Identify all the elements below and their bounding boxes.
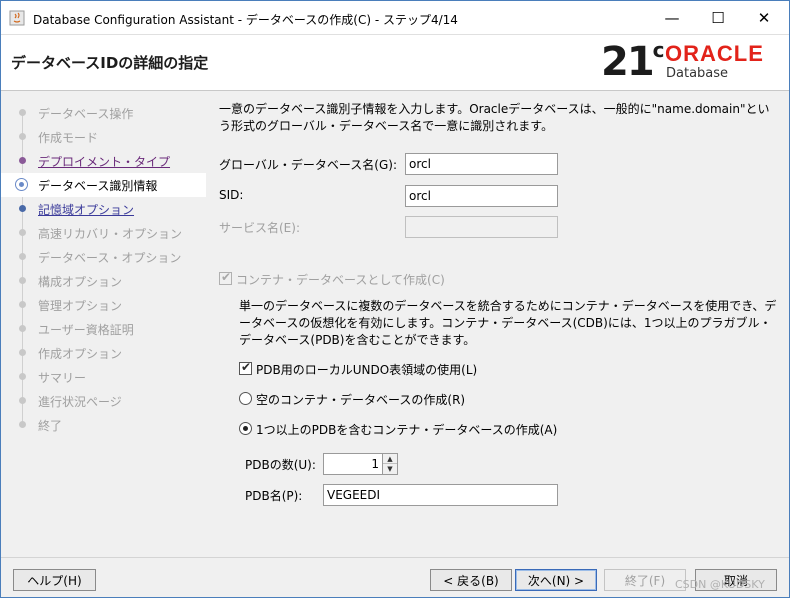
footer-divider bbox=[1, 557, 789, 558]
step-deployment-type[interactable]: デプロイメント・タイプ bbox=[1, 149, 206, 173]
spinner-down-icon[interactable]: ▼ bbox=[383, 464, 397, 474]
minimize-icon: — bbox=[664, 8, 680, 27]
window-title: Database Configuration Assistant - データベー… bbox=[33, 13, 458, 27]
pdb-count-input[interactable]: 1 bbox=[323, 453, 383, 475]
global-db-name-input[interactable]: orcl bbox=[405, 153, 558, 175]
dbca-window: Database Configuration Assistant - データベー… bbox=[0, 0, 790, 598]
step-dot-icon bbox=[19, 397, 26, 404]
check-icon: ✔ bbox=[241, 360, 252, 374]
back-button[interactable]: < 戻る(B) bbox=[430, 569, 512, 591]
check-icon: ✔ bbox=[221, 270, 232, 284]
empty-cdb-radio[interactable] bbox=[239, 392, 252, 405]
title-bar[interactable]: Database Configuration Assistant - データベー… bbox=[1, 1, 789, 34]
container-db-description: 単一のデータベースに複数のデータベースを統合するためにコンテナ・データベースを使… bbox=[239, 299, 777, 347]
step-database-operation: データベース操作 bbox=[1, 101, 206, 125]
next-button[interactable]: 次へ(N) > bbox=[515, 569, 597, 591]
maximize-icon: ☐ bbox=[711, 8, 725, 27]
service-name-label: サービス名(E): bbox=[219, 221, 300, 235]
step-dot-icon bbox=[19, 277, 26, 284]
cdb-with-pdb-radio[interactable] bbox=[239, 422, 252, 435]
step-configuration-options: 構成オプション bbox=[1, 269, 206, 293]
pdb-count-label: PDBの数(U): bbox=[245, 458, 316, 472]
local-undo-label[interactable]: PDB用のローカルUNDO表領域の使用(L) bbox=[256, 361, 477, 378]
step-dot-icon bbox=[19, 373, 26, 380]
step-storage-option[interactable]: 記憶域オプション bbox=[1, 197, 206, 221]
pdb-name-input[interactable]: VEGEEDI bbox=[323, 484, 558, 506]
step-creation-option: 作成オプション bbox=[1, 341, 206, 365]
wizard-header: データベースIDの詳細の指定 21c ORACLE Database bbox=[1, 34, 789, 90]
maximize-button[interactable]: ☐ bbox=[695, 1, 741, 34]
step-management-options: 管理オプション bbox=[1, 293, 206, 317]
container-db-checkbox: ✔ bbox=[219, 270, 232, 285]
pdb-name-label: PDB名(P): bbox=[245, 489, 303, 503]
step-dot-icon bbox=[19, 301, 26, 308]
close-button[interactable]: ✕ bbox=[741, 1, 787, 34]
current-step-icon bbox=[15, 178, 28, 191]
step-finish: 終了 bbox=[1, 413, 206, 437]
step-database-options: データベース・オプション bbox=[1, 245, 206, 269]
step-creation-mode: 作成モード bbox=[1, 125, 206, 149]
watermark-text: CSDN @KUDSKY bbox=[675, 578, 765, 591]
spinner-up-icon[interactable]: ▲ bbox=[383, 454, 397, 464]
step-dot-icon bbox=[19, 253, 26, 260]
local-undo-checkbox[interactable]: ✔ bbox=[239, 360, 252, 375]
step-dot-icon bbox=[19, 325, 26, 332]
service-name-input bbox=[405, 216, 558, 238]
container-db-label: コンテナ・データベースとして作成(C) bbox=[236, 273, 445, 287]
oracle-brand-logo: ORACLE bbox=[665, 41, 764, 66]
step-summary: サマリー bbox=[1, 365, 206, 389]
java-app-icon bbox=[9, 10, 25, 26]
empty-cdb-label[interactable]: 空のコンテナ・データベースの作成(R) bbox=[256, 391, 465, 408]
step-dot-icon bbox=[19, 229, 26, 236]
step-fast-recovery-option: 高速リカバリ・オプション bbox=[1, 221, 206, 245]
step-dot-icon bbox=[19, 109, 26, 116]
sid-input[interactable]: orcl bbox=[405, 185, 558, 207]
close-icon: ✕ bbox=[757, 8, 771, 27]
step-database-identification[interactable]: データベース識別情報 bbox=[1, 173, 206, 197]
header-divider bbox=[1, 90, 789, 91]
intro-text: 一意のデータベース識別子情報を入力します。Oracleデータベースは、一般的に"… bbox=[219, 102, 770, 133]
finish-button: 終了(F) bbox=[604, 569, 686, 591]
pdb-count-spinner[interactable]: ▲ ▼ bbox=[382, 453, 398, 475]
minimize-button[interactable]: — bbox=[649, 1, 695, 34]
step-dot-icon bbox=[19, 133, 26, 140]
step-progress-page: 進行状況ページ bbox=[1, 389, 206, 413]
global-db-name-label: グローバル・データベース名(G): bbox=[219, 158, 397, 172]
step-dot-icon bbox=[19, 421, 26, 428]
page-title: データベースIDの詳細の指定 bbox=[11, 54, 209, 72]
oracle-product-label: Database bbox=[666, 66, 729, 81]
step-dot-icon bbox=[19, 157, 26, 164]
cdb-with-pdb-label[interactable]: 1つ以上のPDBを含むコンテナ・データベースの作成(A) bbox=[256, 421, 557, 438]
oracle-21c-logo: 21c bbox=[601, 37, 665, 85]
sid-label: SID: bbox=[219, 188, 244, 202]
step-user-credentials: ユーザー資格証明 bbox=[1, 317, 206, 341]
help-button[interactable]: ヘルプ(H) bbox=[13, 569, 96, 591]
step-dot-icon bbox=[19, 205, 26, 212]
step-dot-icon bbox=[19, 349, 26, 356]
